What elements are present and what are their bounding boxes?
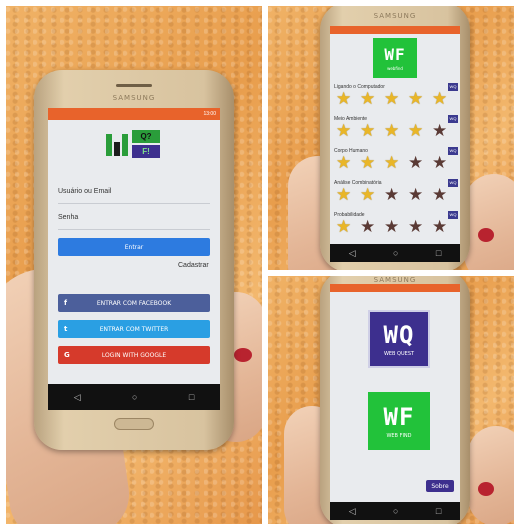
password-label: Senha: [58, 214, 79, 221]
category-badge: WQ: [448, 115, 458, 123]
star-empty-icon: ★: [408, 185, 424, 204]
star-filled-icon: ★: [360, 121, 376, 140]
category-badge: WQ: [448, 211, 458, 219]
star-filled-icon: ★: [408, 89, 424, 108]
logo-cell-f: F!: [132, 145, 160, 158]
progress-screen: WF webfind Ligando o Computador WQ ★ ★ ★ ★ ★ Me…: [330, 26, 460, 262]
category-badge: WQ: [448, 83, 458, 91]
star-filled-icon: ★: [360, 89, 376, 108]
star-filled-icon: ★: [384, 121, 400, 140]
category-badge: WQ: [448, 147, 458, 155]
back-icon[interactable]: ◁: [74, 392, 81, 402]
photo-collage: SAMSUNG 13:00 Q? F! Usuário ou Email Sen…: [0, 0, 520, 530]
star-filled-icon: ★: [336, 121, 352, 140]
star-filled-icon: ★: [336, 217, 352, 236]
logo-bar: [114, 142, 120, 156]
username-label: Usuário ou Email: [58, 188, 112, 195]
bottom-right-phone: SAMSUNG WQ WEB QUEST WF WEB FIND Sobre ◁…: [320, 276, 470, 524]
star-filled-icon: ★: [336, 153, 352, 172]
physical-home-button[interactable]: [114, 418, 154, 430]
webquest-subtitle: WEB QUEST: [383, 351, 415, 357]
recent-apps-icon[interactable]: □: [436, 506, 441, 516]
hand-fingers: [464, 174, 514, 270]
star-filled-icon: ★: [384, 153, 400, 172]
webfind-title: WF: [383, 403, 415, 431]
username-field[interactable]: Usuário ou Email: [58, 188, 210, 204]
app-logo: Q? F!: [106, 130, 162, 160]
bottom-right-photo-panel: SAMSUNG WQ WEB QUEST WF WEB FIND Sobre ◁…: [268, 276, 514, 524]
logo-bar: [106, 134, 112, 156]
facebook-button-label: ENTRAR COM FACEBOOK: [96, 299, 172, 307]
home-icon[interactable]: ○: [393, 506, 398, 516]
fingernail: [234, 348, 252, 362]
android-nav-bar: ◁ ○ □: [330, 502, 460, 520]
twitter-button-label: ENTRAR COM TWITTER: [99, 325, 169, 333]
star-empty-icon: ★: [408, 153, 424, 172]
left-photo-panel: SAMSUNG 13:00 Q? F! Usuário ou Email Sen…: [6, 6, 262, 524]
star-empty-icon: ★: [432, 121, 448, 140]
login-screen: 13:00 Q? F! Usuário ou Email Senha Entra…: [48, 108, 220, 410]
google-login-button[interactable]: G LOGIN WITH GOOGLE: [58, 346, 210, 364]
status-bar: [330, 26, 460, 34]
webfind-subtitle: WEB FIND: [386, 433, 412, 439]
login-button[interactable]: Entrar: [58, 238, 210, 256]
android-nav-bar: ◁ ○ □: [48, 384, 220, 410]
twitter-icon: t: [64, 325, 68, 333]
webfind-logo: WF webfind: [373, 38, 417, 78]
back-icon[interactable]: ◁: [349, 248, 356, 258]
webquest-tile[interactable]: WQ WEB QUEST: [368, 310, 430, 368]
star-empty-icon: ★: [384, 185, 400, 204]
webfind-logo-sub: webfind: [387, 66, 403, 71]
about-button-label: Sobre: [431, 482, 449, 490]
star-empty-icon: ★: [432, 217, 448, 236]
star-filled-icon: ★: [408, 121, 424, 140]
earpiece: [116, 84, 152, 87]
logo-cell-q: Q?: [132, 130, 160, 143]
star-empty-icon: ★: [432, 185, 448, 204]
password-field[interactable]: Senha: [58, 214, 210, 230]
twitter-login-button[interactable]: t ENTRAR COM TWITTER: [58, 320, 210, 338]
webfind-tile[interactable]: WF WEB FIND: [368, 392, 430, 450]
left-phone: SAMSUNG 13:00 Q? F! Usuário ou Email Sen…: [34, 70, 234, 450]
brand-text: SAMSUNG: [373, 12, 417, 20]
home-icon[interactable]: ○: [132, 392, 137, 402]
star-filled-icon: ★: [384, 89, 400, 108]
facebook-login-button[interactable]: f ENTRAR COM FACEBOOK: [58, 294, 210, 312]
logo-bar: [122, 134, 128, 156]
hand-fingers: [468, 426, 514, 524]
webfind-logo-text: WF: [384, 45, 406, 64]
recent-apps-icon[interactable]: □: [436, 248, 441, 258]
fingernail: [478, 228, 494, 242]
status-bar: [330, 284, 460, 292]
star-filled-icon: ★: [360, 185, 376, 204]
about-button[interactable]: Sobre: [426, 480, 454, 492]
menu-screen: WQ WEB QUEST WF WEB FIND Sobre ◁ ○ □: [330, 284, 460, 520]
star-empty-icon: ★: [384, 217, 400, 236]
brand-text: SAMSUNG: [112, 94, 156, 102]
fingernail: [478, 482, 494, 496]
brand-text: SAMSUNG: [373, 276, 417, 284]
star-filled-icon: ★: [360, 153, 376, 172]
status-time: 13:00: [203, 111, 216, 117]
recent-apps-icon[interactable]: □: [189, 392, 194, 402]
star-filled-icon: ★: [432, 89, 448, 108]
google-button-label: LOGIN WITH GOOGLE: [101, 351, 167, 359]
star-filled-icon: ★: [336, 185, 352, 204]
back-icon[interactable]: ◁: [349, 506, 356, 516]
status-bar: 13:00: [48, 108, 220, 120]
star-filled-icon: ★: [336, 89, 352, 108]
facebook-icon: f: [64, 299, 68, 307]
android-nav-bar: ◁ ○ □: [330, 244, 460, 262]
home-icon[interactable]: ○: [393, 248, 398, 258]
top-right-phone: SAMSUNG WF webfind Ligando o Computador W…: [320, 6, 470, 270]
top-right-photo-panel: SAMSUNG WF webfind Ligando o Computador W…: [268, 6, 514, 270]
webquest-title: WQ: [383, 321, 415, 349]
login-button-label: Entrar: [124, 243, 144, 251]
google-icon: G: [64, 351, 70, 359]
star-empty-icon: ★: [408, 217, 424, 236]
star-empty-icon: ★: [360, 217, 376, 236]
register-link[interactable]: Cadastrar: [178, 262, 209, 269]
category-badge: WQ: [448, 179, 458, 187]
star-empty-icon: ★: [432, 153, 448, 172]
